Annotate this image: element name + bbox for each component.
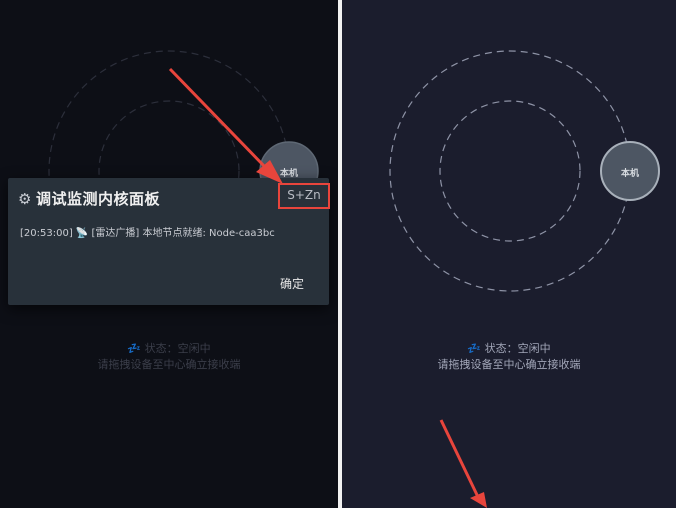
right-screen: 本机 💤 状态：空闲中 请拖拽设备至中心确立接收端 <box>342 0 676 508</box>
left-screen: 本机 💤 状态：空闲中 请拖拽设备至中心确立接收端 ⚙ 调试监测内核面板 S+Zn… <box>0 0 338 508</box>
gear-icon: ⚙ <box>18 190 32 208</box>
hint-text: 请拖拽设备至中心确立接收端 <box>97 358 241 371</box>
dialog-title: 调试监测内核面板 <box>35 190 160 208</box>
log-line: [20:53:00] 📡 [雷达广播] 本地节点就绪: Node-caa3bc <box>20 228 275 239</box>
status-text: 💤 状态：空闲中 <box>467 342 551 355</box>
device-node-label[interactable]: 本机 <box>609 166 651 179</box>
status-text: 💤 状态：空闲中 <box>127 342 211 355</box>
highlight-box <box>278 183 330 209</box>
radar-rings <box>389 50 660 292</box>
ok-button[interactable]: 确定 <box>280 275 304 292</box>
dialog-title-row: ⚙ 调试监测内核面板 <box>18 188 160 209</box>
hint-text: 请拖拽设备至中心确立接收端 <box>437 358 581 371</box>
